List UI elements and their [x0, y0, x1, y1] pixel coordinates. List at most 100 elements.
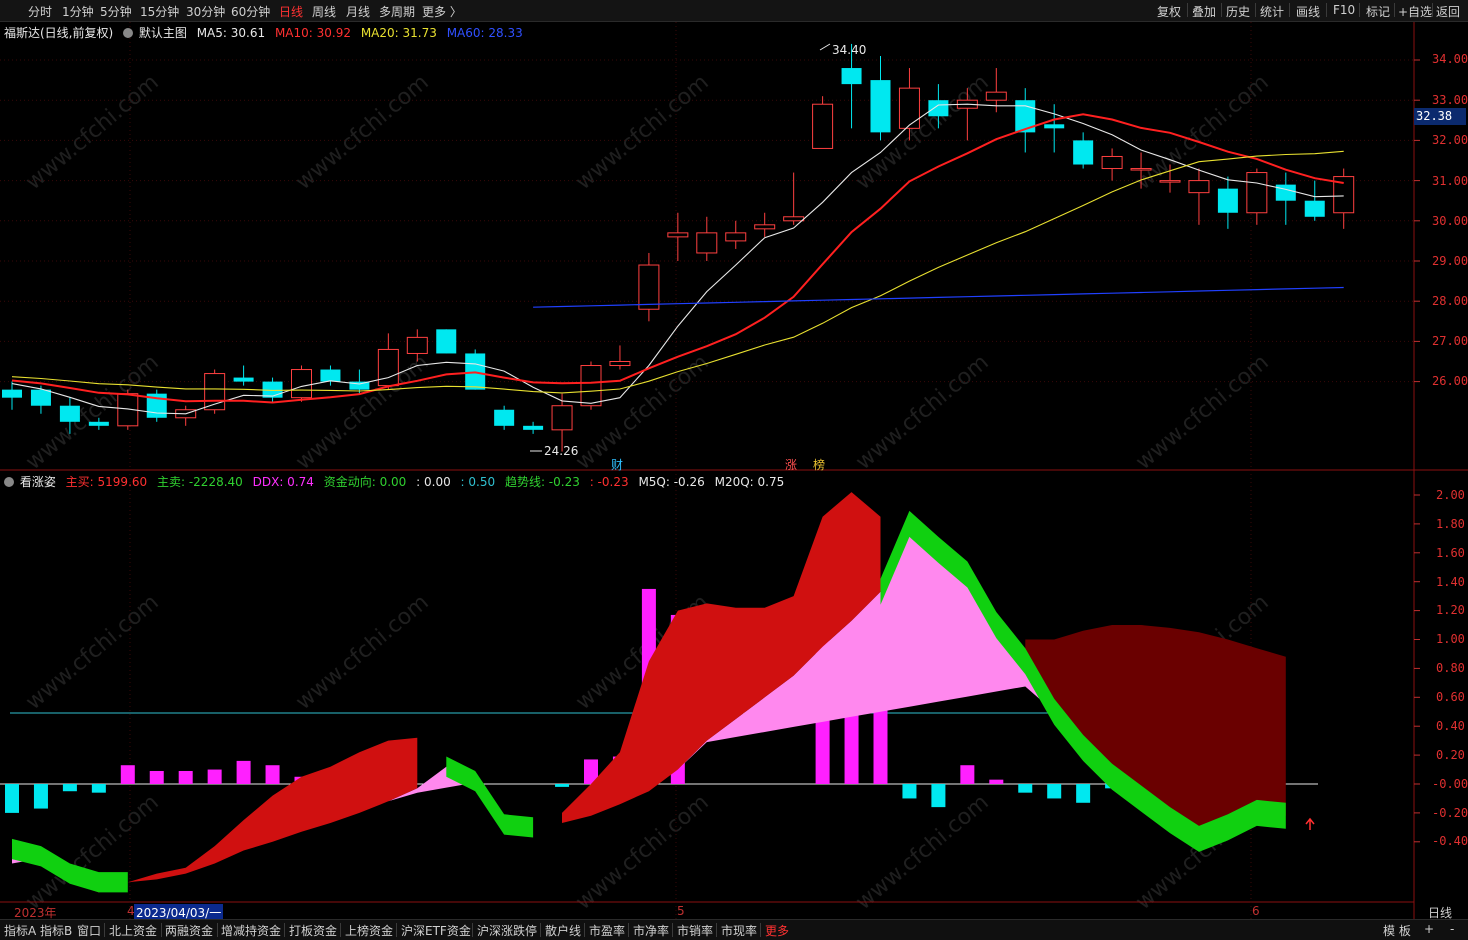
green-band [446, 756, 534, 838]
price-tick: 31.00 [1432, 174, 1468, 188]
candle-body-down [30, 389, 51, 406]
ind-tick: -0.00 [1432, 777, 1468, 791]
candle-body-up [580, 365, 602, 407]
dragon-tiger-list-marker[interactable]: 榜 [813, 456, 825, 473]
tab-retail-line[interactable]: 散户线 [545, 922, 581, 939]
tab-more[interactable]: 更多 [765, 922, 789, 939]
tab-ps[interactable]: 市销率 [677, 922, 713, 939]
ind-m5q: M5Q: -0.26 [638, 475, 705, 489]
candle-body-down [59, 405, 80, 422]
current-price-tag: 32.38 [1414, 108, 1466, 125]
template-label[interactable]: 默认主图 [139, 26, 187, 40]
price-tick: 32.00 [1432, 133, 1468, 147]
date-label-may: 5 [677, 904, 685, 918]
limit-up-marker[interactable]: 涨 [785, 456, 797, 473]
ind-tick: 0.80 [1436, 661, 1465, 675]
low-price-label: 24.26 [544, 444, 579, 458]
ddx-bar [236, 760, 251, 784]
ddx-bar [931, 784, 946, 808]
candle-body-up [696, 232, 718, 254]
high-pointer [819, 43, 831, 51]
candle-body-up [1159, 180, 1181, 183]
ind-val-a: : 0.00 [416, 475, 451, 489]
tab-pb[interactable]: 市净率 [633, 922, 669, 939]
high-price-label: 34.40 [832, 43, 867, 57]
ind-tick: -0.20 [1432, 806, 1468, 820]
ddx-bar [960, 765, 975, 784]
candle-body-up [1101, 155, 1123, 170]
ind-tick: 1.20 [1436, 603, 1465, 617]
tab-list-funds[interactable]: 上榜资金 [345, 922, 393, 939]
ddx-bar [1047, 784, 1062, 799]
candle-body-up [812, 103, 834, 149]
candle-body-down [523, 425, 544, 430]
ma5-label: MA5: 30.61 [196, 26, 266, 40]
candle-body-down [1217, 188, 1238, 213]
template-button[interactable]: 模 板 [1383, 922, 1411, 939]
tab-etf-funds[interactable]: 沪深ETF资金 [401, 922, 471, 939]
ddx-bar [265, 765, 280, 784]
tab-pe[interactable]: 市盈率 [589, 922, 625, 939]
candle-body-up [291, 369, 312, 399]
candle-body-down [1073, 140, 1094, 165]
ddx-bar [207, 769, 222, 784]
bottom-tab-bar: 指标A 指标B 窗口 北上资金 两融资金 增减持资金 打板资金 上榜资金 沪深E… [0, 919, 1468, 940]
candle-body-up [551, 405, 573, 431]
candlestick-series [2, 43, 1355, 452]
candle-body-down [841, 68, 862, 85]
candle-body-down [870, 80, 891, 133]
candle-body-up [667, 232, 689, 238]
tab-northbound[interactable]: 北上资金 [109, 922, 157, 939]
ddx-bar [1076, 784, 1091, 803]
template-selector-icon[interactable] [123, 28, 134, 38]
indicator-name[interactable]: 看涨姿 [20, 475, 56, 489]
price-tick: 27.00 [1432, 334, 1468, 348]
main-chart-legend: 福斯达(日线,前复权) 默认主图 MA5: 30.61 MA10: 30.92 … [4, 24, 529, 41]
tab-limit-board[interactable]: 打板资金 [289, 922, 337, 939]
ind-tick: 1.60 [1436, 546, 1465, 560]
price-tick: 28.00 [1432, 294, 1468, 308]
stock-title[interactable]: 福斯达(日线,前复权) [4, 26, 113, 40]
tab-indicator-a[interactable]: 指标A [4, 922, 36, 939]
ddx-bar [33, 784, 48, 809]
ind-tick: 0.20 [1436, 748, 1465, 762]
candle-body-up [1130, 168, 1152, 171]
ind-tick: 0.60 [1436, 690, 1465, 704]
tab-limit-up-down[interactable]: 沪深涨跌停 [477, 922, 537, 939]
ddx-bar [91, 784, 106, 793]
candle-body-up [638, 264, 660, 310]
tab-indicator-b[interactable]: 指标B [40, 922, 72, 939]
ddx-bar [120, 765, 135, 784]
ind-m20q: M20Q: 0.75 [714, 475, 785, 489]
ind-trend: 趋势线: -0.23 [504, 475, 580, 489]
zoom-in-button[interactable]: + [1424, 922, 1434, 936]
tab-pcf[interactable]: 市现率 [721, 922, 757, 939]
candle-body-up [754, 224, 776, 230]
candle-body-up [1188, 180, 1210, 194]
zoom-out-button[interactable]: - [1450, 922, 1454, 936]
candle-body-up [725, 232, 747, 242]
candle-body-up [898, 87, 920, 129]
price-tick: 26.00 [1432, 374, 1468, 388]
ddx-bar [1018, 784, 1033, 793]
tab-holding-change[interactable]: 增减持资金 [221, 922, 281, 939]
ddx-bar [149, 770, 164, 784]
ddx-bar [62, 784, 77, 792]
candle-body-down [1275, 184, 1296, 201]
tab-window[interactable]: 窗口 [77, 922, 101, 939]
ind-val-c: : -0.23 [589, 475, 629, 489]
ind-tick: 1.80 [1436, 517, 1465, 531]
kline-chart[interactable] [0, 0, 1468, 939]
ma20-label: MA20: 31.73 [360, 26, 437, 40]
ddx-bar [989, 779, 1004, 784]
price-tick: 34.00 [1432, 52, 1468, 66]
candle-body-down [1044, 124, 1065, 129]
ind-tick: 2.00 [1436, 488, 1465, 502]
ind-tick: 1.40 [1436, 575, 1465, 589]
candle-body-up [985, 91, 1007, 101]
indicator-selector-icon[interactable] [4, 477, 14, 487]
financial-report-marker[interactable]: 财 [611, 456, 623, 473]
date-label-june: 6 [1252, 904, 1260, 918]
candle-body-down [88, 421, 109, 426]
tab-margin[interactable]: 两融资金 [165, 922, 213, 939]
